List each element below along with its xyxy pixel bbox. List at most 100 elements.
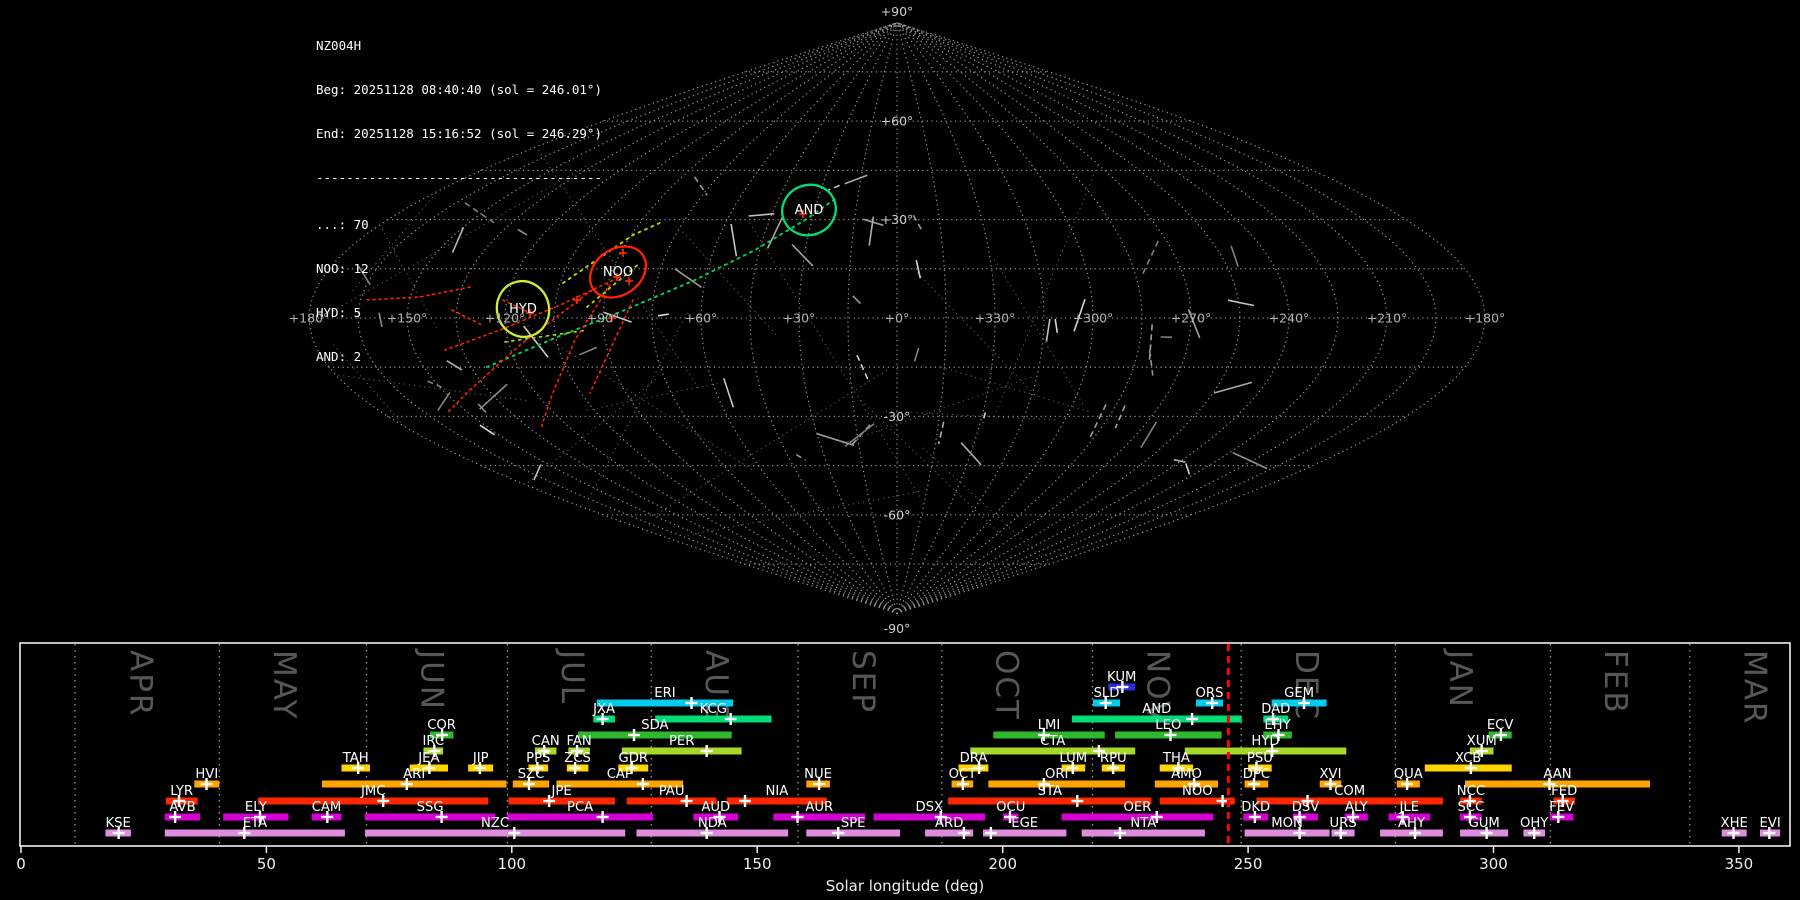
shower-code-KCG: KCG [700,702,727,717]
shower-code-AVB: AVB [169,800,195,815]
lat-label: -90° [884,621,911,636]
shower-code-FAN: FAN [566,734,591,749]
shower-code-LMI: LMI [1038,718,1061,733]
x-tick-150: 150 [743,855,772,873]
shower-code-AND: AND [1142,702,1171,717]
shower-code-DAD: DAD [1261,702,1290,717]
station-id: NZ004H [316,38,362,54]
month-label-JUL: JUL [554,648,590,705]
x-tick-300: 300 [1479,855,1508,873]
shower-code-GDR: GDR [619,751,649,766]
shower-code-DSX: DSX [916,800,944,815]
noo-count: NOO: 12 [316,261,369,277]
x-axis: 0 50 100 150 200 250 300 350 Solar longitude (de… [16,846,1753,895]
lat-label: +30° [881,212,914,227]
month-label-MAR: MAR [1737,650,1773,726]
shower-code-ORS: ORS [1196,686,1224,701]
shower-code-JMC: JMC [360,784,385,799]
shower-code-PCA: PCA [567,800,593,815]
lon-label: +270° [1171,311,1212,326]
and-count: AND: 2 [316,348,362,364]
shower-code-NDA: NDA [698,816,727,831]
lon-label: +60° [685,311,718,326]
shower-code-ARD: ARD [935,816,963,831]
shower-code-GEM: GEM [1284,686,1314,701]
shower-code-HYD: HYD [1251,734,1279,749]
x-axis-title: Solar longitude (deg) [826,877,984,895]
shower-code-COM: COM [1334,784,1365,799]
shower-code-NTA: NTA [1130,816,1156,831]
shower-code-THA: THA [1162,751,1190,766]
shower-code-EGE: EGE [1011,816,1038,831]
x-tick-0: 0 [16,855,26,873]
shower-code-STA: STA [1038,784,1062,799]
shower-code-NOO: NOO [1182,784,1213,799]
radiant-label-NOO: NOO [603,265,633,280]
shower-code-TAH: TAH [342,751,369,766]
shower-code-LYR: LYR [170,784,193,799]
month-label-FEB: FEB [1597,650,1633,715]
shower-code-AAN: AAN [1543,767,1571,782]
month-label-MAY: MAY [266,650,302,720]
month-label-APR: APR [122,650,158,717]
shower-code-PAU: PAU [659,784,685,799]
lon-label: +240° [1269,311,1310,326]
shower-code-PER: PER [669,734,694,749]
lat-label: -60° [884,507,911,522]
shower-code-QUA: QUA [1394,767,1423,782]
lon-label: +300° [1073,311,1114,326]
divider: -------------------------------------- [316,169,602,185]
shower-code-ERI: ERI [654,686,675,701]
x-tick-100: 100 [497,855,526,873]
shower-code-FED: FED [1551,784,1577,799]
month-label-JAN: JAN [1442,648,1478,709]
lon-label: +180° [1465,311,1506,326]
shower-code-NZC: NZC [481,816,509,831]
shower-code-SDA: SDA [641,718,668,733]
shower-code-AUD: AUD [701,800,730,815]
x-tick-200: 200 [988,855,1017,873]
begin-time: Beg: 20251128 08:40:40 (sol = 246.01°) [316,81,602,97]
shower-code-LEO: LEO [1155,718,1181,733]
radiant-activity-plot: ANDNOOHYD+180° +150° +120° +90° +60° +30° +0° +… [16,4,1791,895]
lon-label: +0° [885,311,910,326]
month-label-OCT: OCT [989,650,1025,721]
shower-code-SSG: SSG [417,800,444,815]
shower-code-ELY: ELY [245,800,268,815]
shower-labels: KUMERI SLD ORS GEMJXA KCG AND DADCOR SDA LMI LEO E… [106,670,1781,831]
x-tick-350: 350 [1725,855,1754,873]
shower-code-DRA: DRA [960,751,988,766]
lat-label: +90° [881,4,914,19]
month-label-JUN: JUN [413,648,449,711]
hyd-count: HYD: 5 [316,304,362,320]
shower-code-XCB: XCB [1455,751,1481,766]
lat-label: -30° [884,409,911,424]
month-label-SEP: SEP [845,650,881,714]
shower-code-ORI: ORI [1045,767,1068,782]
shower-code-ALY: ALY [1345,800,1369,815]
lon-label: +30° [783,311,816,326]
screenshot-root: AND NOO HYD +180° +150° +120° +90° +60° +30° +0° +… [0,0,1800,900]
x-tick-50: 50 [257,855,276,873]
shower-code-JPE: JPE [551,784,572,799]
shower-code-AMO: AMO [1171,767,1202,782]
shower-code-AUR: AUR [805,800,833,815]
end-time: End: 20251128 15:16:52 (sol = 246.29°) [316,125,602,141]
lat-label: +60° [881,114,914,129]
shower-code-PSU: PSU [1247,751,1273,766]
shower-code-CAN: CAN [532,734,560,749]
shower-code-OER: OER [1123,800,1151,815]
shower-code-SPE: SPE [841,816,866,831]
shower-code-GUM: GUM [1469,816,1500,831]
shower-code-NIA: NIA [766,784,789,799]
lon-label: +210° [1367,311,1408,326]
radiant-label-AND: AND [795,203,824,218]
sporadic-count: ...: 70 [316,217,369,233]
shower-code-CAP: CAP [607,767,633,782]
lon-label: +330° [975,311,1016,326]
info-panel: NZ004H Beg: 20251128 08:40:40 (sol = 246… [316,10,602,393]
x-tick-250: 250 [1234,855,1263,873]
shower-code-DSV: DSV [1292,800,1320,815]
shower-code-ETA: ETA [243,816,267,831]
shower-code-SZC: SZC [518,767,545,782]
